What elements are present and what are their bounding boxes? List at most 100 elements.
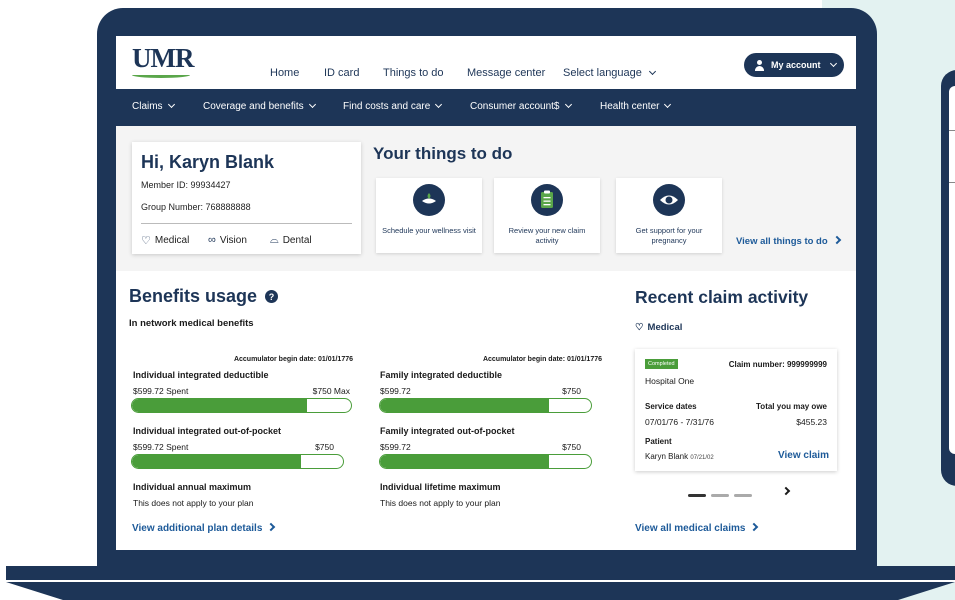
task-pregnancy-support[interactable]: Get support for your pregnancy bbox=[616, 178, 722, 253]
service-dates: 07/01/76 - 7/31/76 bbox=[645, 417, 715, 427]
main-menu: Claims Coverage and benefits Find costs … bbox=[116, 89, 856, 126]
benefit-max: $750 bbox=[562, 386, 581, 396]
accumulator-date: Accumulator begin date: 01/01/1776 bbox=[233, 356, 353, 363]
task-label: Get support for your pregnancy bbox=[635, 226, 703, 245]
progress-fill bbox=[380, 399, 549, 412]
claim-number: Claim number: 999999999 bbox=[715, 360, 827, 369]
greeting: Hi, Karyn Blank bbox=[141, 152, 275, 172]
progress-fill bbox=[132, 399, 308, 412]
glasses-icon: ∞ bbox=[208, 234, 216, 246]
claim-number-text: Claim number: 999999999 bbox=[728, 360, 827, 369]
benefit-spent: $599.72 Spent bbox=[133, 442, 189, 452]
member-id: Member ID: 99934427 bbox=[141, 180, 231, 190]
recent-claims-title: Recent claim activity bbox=[635, 287, 809, 307]
view-all-things-link[interactable]: View all things to do bbox=[736, 235, 841, 247]
carousel-dot[interactable] bbox=[734, 494, 752, 497]
menu-claims-label: Claims bbox=[132, 101, 163, 112]
chevron-right-icon bbox=[750, 522, 759, 532]
chevron-down-icon bbox=[564, 100, 572, 109]
view-plan-details-link[interactable]: View additional plan details bbox=[132, 522, 276, 534]
coverage-vision[interactable]: ∞ Vision bbox=[208, 234, 247, 246]
logo-swoosh bbox=[132, 72, 190, 78]
benefit-label: Individual integrated out-of-pocket bbox=[133, 426, 281, 436]
progress-fill bbox=[380, 455, 549, 468]
progress-bar bbox=[379, 398, 592, 413]
carousel-dot[interactable] bbox=[711, 494, 729, 497]
view-all-claims-link[interactable]: View all medical claims bbox=[635, 522, 759, 534]
menu-health-center[interactable]: Health center bbox=[600, 100, 672, 112]
status-badge: Completed bbox=[645, 359, 678, 369]
patient-dob: 07/21/02 bbox=[690, 455, 714, 461]
my-account-button[interactable]: My account bbox=[744, 53, 844, 77]
patient-name: Karyn Blank 07/21/02 bbox=[645, 452, 714, 461]
chevron-down-icon bbox=[829, 59, 837, 67]
progress-fill bbox=[132, 455, 301, 468]
umr-logo[interactable]: UMR bbox=[132, 43, 194, 74]
benefit-note: This does not apply to your plan bbox=[380, 498, 501, 508]
carousel-next-icon[interactable] bbox=[781, 486, 791, 496]
benefit-spent: $599.72 bbox=[380, 442, 411, 452]
member-card: Hi, Karyn Blank Member ID: 99934427 Grou… bbox=[132, 142, 361, 254]
coverage-medical-label: Medical bbox=[154, 235, 190, 246]
menu-consumer-account[interactable]: Consumer account$ bbox=[470, 100, 572, 112]
chevron-down-icon bbox=[648, 67, 656, 76]
menu-consumer-account-label: Consumer account$ bbox=[470, 101, 560, 112]
group-number: Group Number: 768888888 bbox=[141, 202, 251, 212]
coverage-medical[interactable]: ♡ Medical bbox=[141, 234, 189, 247]
secondary-device-screen bbox=[949, 86, 955, 454]
nav-home[interactable]: Home bbox=[270, 67, 299, 79]
service-dates-label: Service dates bbox=[645, 402, 697, 411]
benefits-subtitle: In network medical benefits bbox=[129, 318, 254, 329]
nav-select-language[interactable]: Select language bbox=[563, 67, 656, 79]
heart-pulse-icon: ♡ bbox=[141, 235, 151, 247]
claims-category-label: Medical bbox=[647, 322, 683, 333]
menu-find-costs[interactable]: Find costs and care bbox=[343, 100, 443, 112]
laptop-screen: UMR Home ID card Things to do Message ce… bbox=[116, 36, 856, 550]
wellness-icon bbox=[413, 184, 445, 216]
patient-label: Patient bbox=[645, 437, 672, 446]
chevron-right-icon bbox=[832, 235, 841, 245]
person-icon bbox=[754, 59, 765, 71]
clipboard-icon bbox=[531, 184, 563, 216]
secondary-device-divider bbox=[949, 130, 955, 131]
chevron-down-icon bbox=[167, 100, 175, 109]
help-icon[interactable]: ? bbox=[265, 290, 279, 303]
accumulator-date: Accumulator begin date: 01/01/1776 bbox=[482, 356, 602, 363]
heart-pulse-icon: ♡ bbox=[635, 322, 644, 333]
coverage-dental[interactable]: ⌓ Dental bbox=[270, 234, 312, 247]
view-all-things-label: View all things to do bbox=[736, 236, 828, 247]
benefit-spent: $599.72 Spent bbox=[133, 386, 189, 396]
view-claim-link[interactable]: View claim bbox=[778, 450, 829, 461]
hero-section: Hi, Karyn Blank Member ID: 99934427 Grou… bbox=[116, 126, 856, 271]
secondary-device-divider bbox=[949, 182, 955, 183]
chevron-down-icon bbox=[435, 100, 443, 109]
divider bbox=[141, 223, 352, 224]
nav-things-to-do[interactable]: Things to do bbox=[383, 67, 444, 79]
benefits-usage-title: Benefits usage? bbox=[129, 286, 279, 307]
view-plan-details-label: View additional plan details bbox=[132, 523, 263, 534]
progress-bar bbox=[131, 454, 344, 469]
benefit-note: This does not apply to your plan bbox=[133, 498, 254, 508]
owe-amount: $455.23 bbox=[796, 417, 827, 427]
patient-name-text: Karyn Blank bbox=[645, 452, 689, 461]
benefit-label: Family integrated deductible bbox=[380, 370, 503, 380]
tooth-icon: ⌓ bbox=[270, 234, 279, 246]
coverage-vision-label: Vision bbox=[219, 234, 247, 246]
menu-claims[interactable]: Claims bbox=[132, 100, 175, 112]
task-label: Schedule your wellness visit bbox=[382, 226, 476, 235]
claim-card[interactable]: Completed Claim number: 999999999 Hospit… bbox=[635, 349, 837, 471]
carousel-dot[interactable] bbox=[688, 494, 706, 497]
progress-bar bbox=[379, 454, 592, 469]
benefit-max: $750 bbox=[315, 442, 334, 452]
task-wellness-visit[interactable]: Schedule your wellness visit bbox=[376, 178, 482, 253]
benefits-title-text: Benefits usage bbox=[129, 286, 258, 306]
nav-message-center[interactable]: Message center bbox=[467, 67, 545, 79]
pregnancy-icon bbox=[653, 184, 685, 216]
progress-bar bbox=[131, 398, 352, 413]
nav-id-card[interactable]: ID card bbox=[324, 67, 359, 79]
menu-coverage-benefits[interactable]: Coverage and benefits bbox=[203, 100, 316, 112]
chevron-down-icon bbox=[308, 100, 316, 109]
claim-provider: Hospital One bbox=[645, 376, 695, 386]
task-review-claim[interactable]: Review your new claim activity bbox=[494, 178, 600, 253]
menu-health-center-label: Health center bbox=[600, 101, 660, 112]
